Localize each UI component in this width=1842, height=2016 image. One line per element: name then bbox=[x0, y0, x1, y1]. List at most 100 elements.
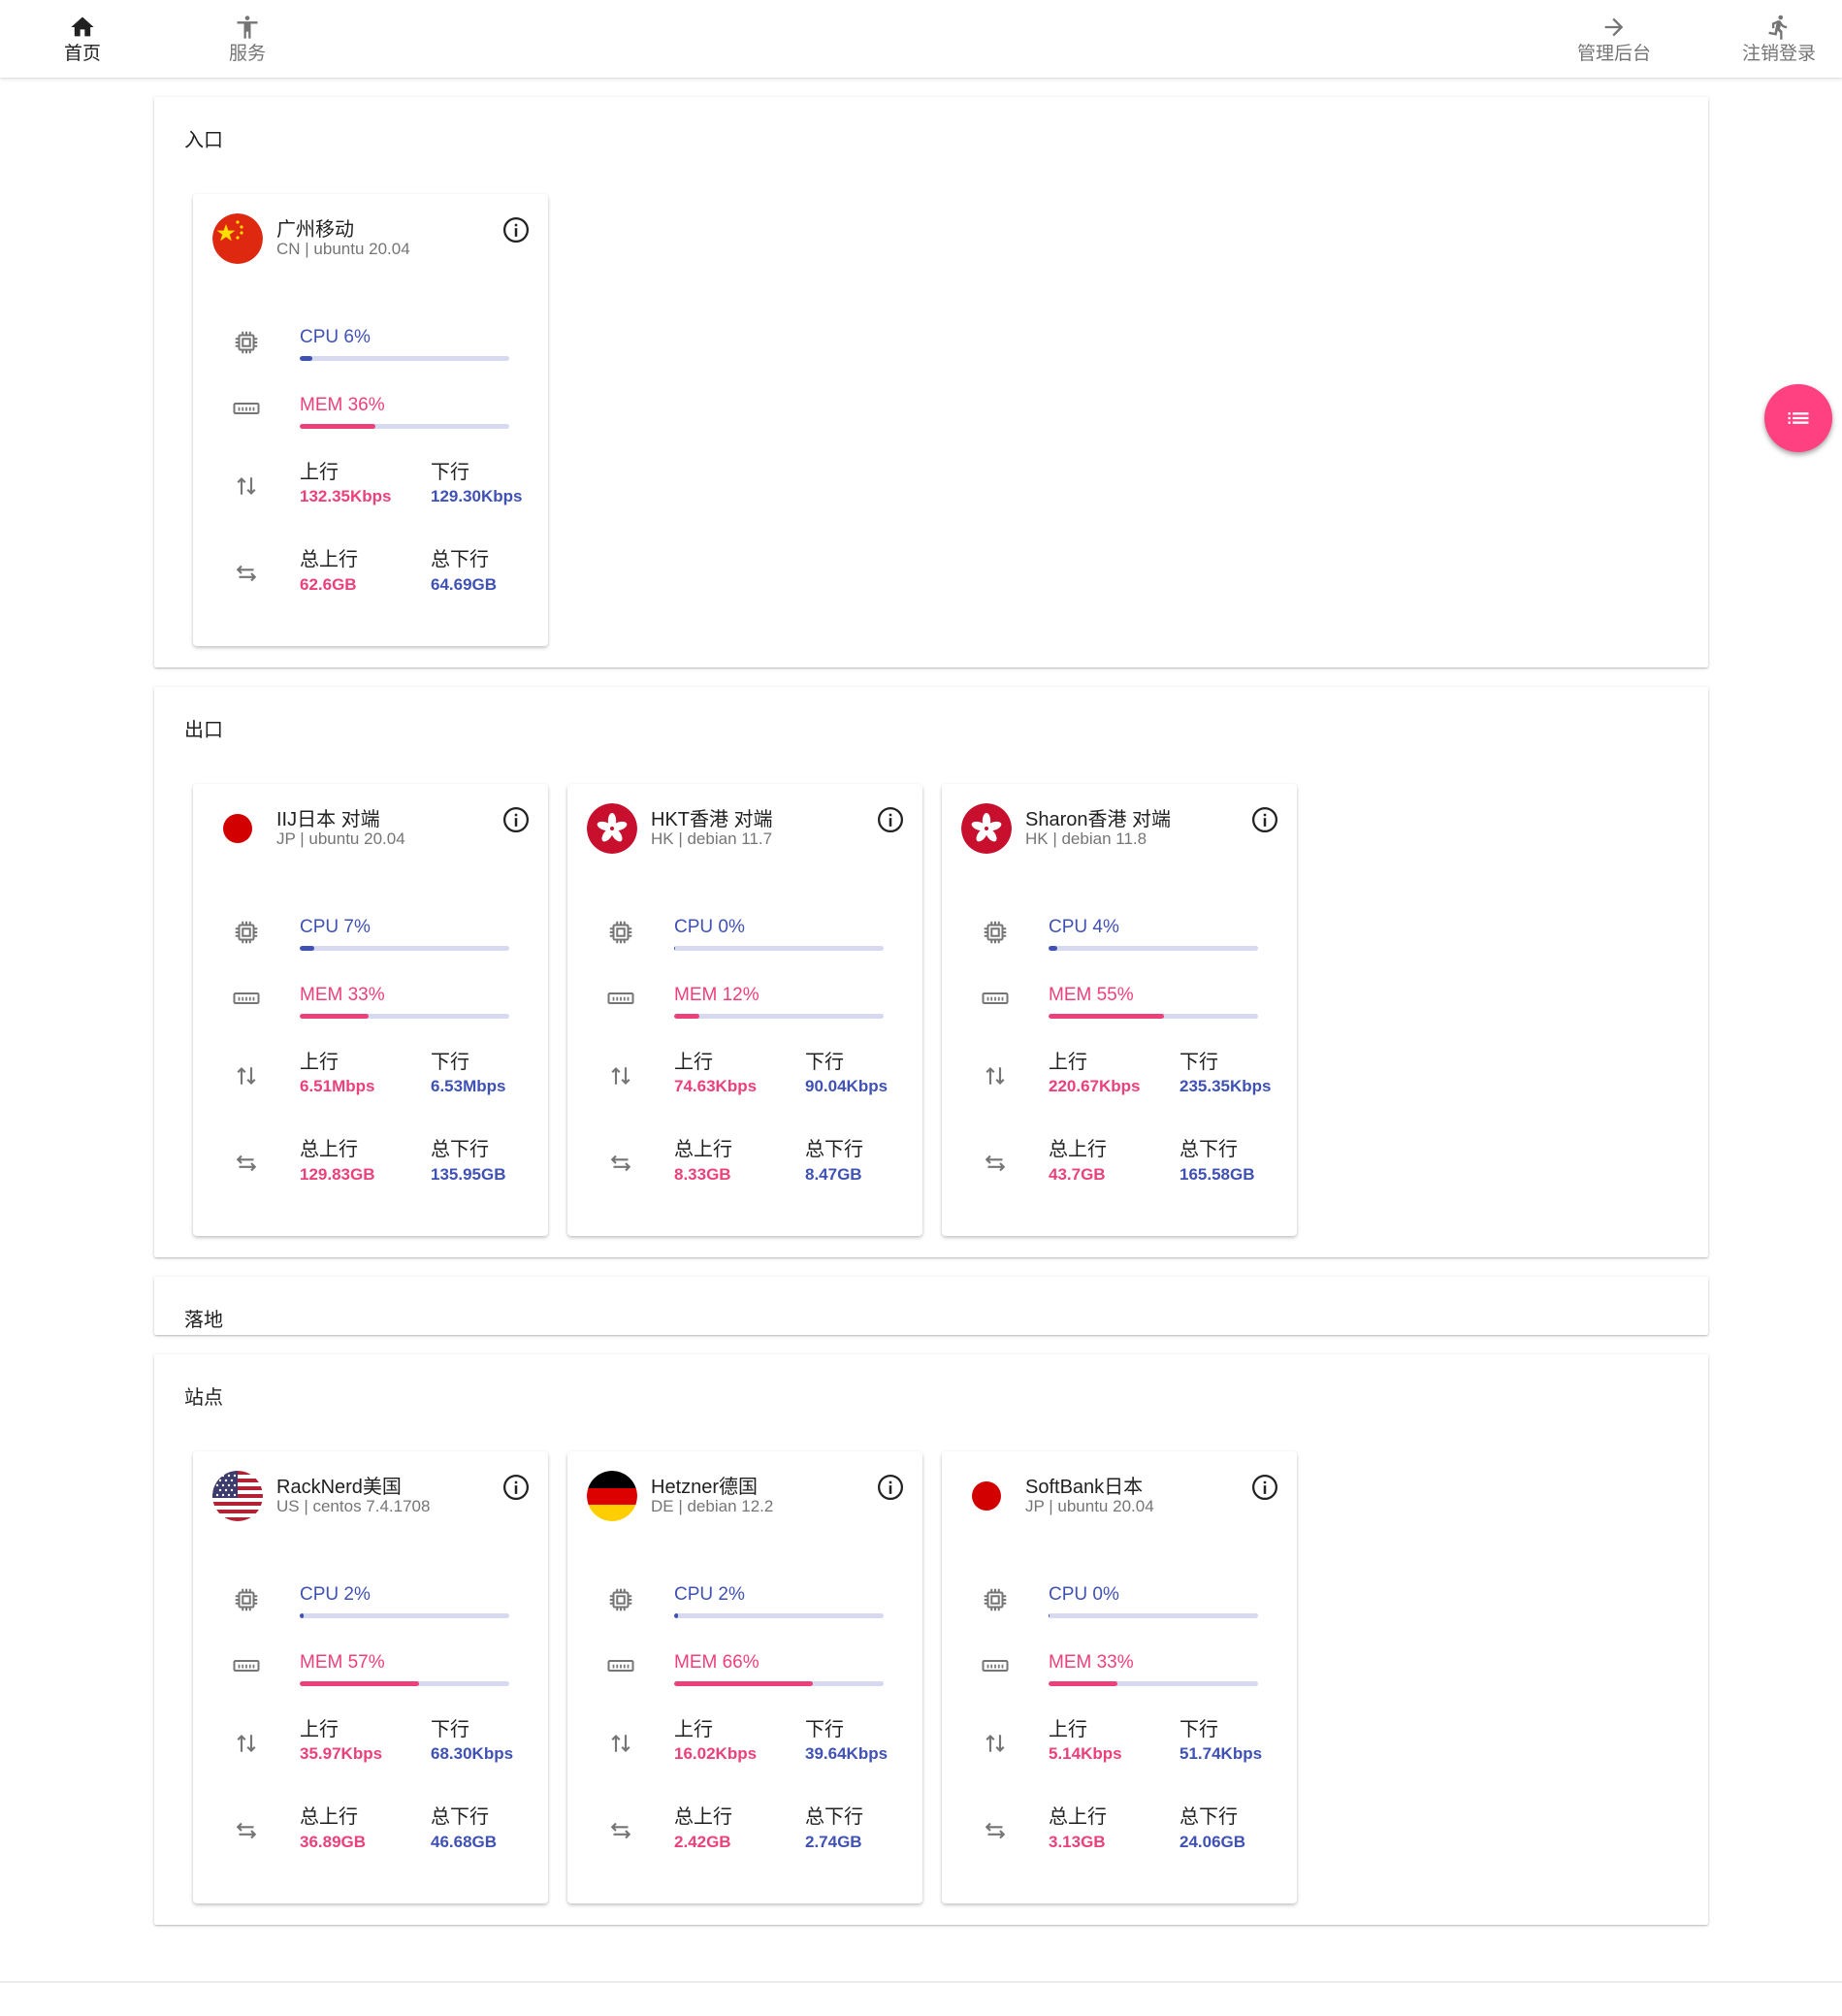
cpu-label: CPU 2% bbox=[300, 1584, 371, 1605]
swap-horizontal-icon bbox=[232, 1149, 261, 1178]
down-label: 下行 bbox=[431, 462, 469, 483]
mem-progress-fill bbox=[674, 1014, 699, 1019]
total-up-label: 总上行 bbox=[1049, 1139, 1107, 1160]
section-title: 站点 bbox=[184, 1387, 223, 1409]
swap-horizontal-icon bbox=[981, 1149, 1010, 1178]
cpu-chip-icon bbox=[232, 1585, 261, 1614]
cpu-progress-fill bbox=[674, 946, 676, 951]
cpu-progress-fill bbox=[1049, 1613, 1050, 1618]
jp-flag-icon bbox=[961, 1471, 1012, 1521]
mem-progress-fill bbox=[1049, 1681, 1118, 1686]
up-speed: 220.67Kbps bbox=[1049, 1077, 1141, 1095]
server-name: Hetzner德国 bbox=[651, 1477, 759, 1498]
server-name: IIJ日本 对端 bbox=[276, 809, 380, 830]
cpu-chip-icon bbox=[981, 1585, 1010, 1614]
section-title: 落地 bbox=[184, 1310, 223, 1331]
info-icon[interactable] bbox=[1250, 805, 1279, 834]
cpu-progress bbox=[674, 1613, 884, 1618]
memory-icon bbox=[606, 1651, 635, 1680]
de-flag-icon bbox=[587, 1471, 637, 1521]
nav-logout[interactable]: 注销登录 bbox=[1721, 14, 1837, 68]
jp-flag-icon bbox=[212, 803, 263, 854]
cpu-progress bbox=[300, 946, 509, 951]
total-down-label: 总下行 bbox=[431, 549, 489, 570]
total-up: 2.42GB bbox=[674, 1833, 731, 1851]
list-icon bbox=[1788, 412, 1809, 424]
memory-icon bbox=[981, 984, 1010, 1013]
cpu-chip-icon bbox=[232, 328, 261, 357]
top-navigation: 首页 服务 管理后台 注销登录 bbox=[0, 0, 1842, 78]
info-icon[interactable] bbox=[876, 805, 905, 834]
section-title: 出口 bbox=[184, 720, 223, 741]
server-os: CN | ubuntu 20.04 bbox=[276, 240, 410, 258]
memory-icon bbox=[981, 1651, 1010, 1680]
server-os: DE | debian 12.2 bbox=[651, 1497, 774, 1515]
swap-vertical-icon bbox=[606, 1061, 635, 1090]
cpu-chip-icon bbox=[232, 918, 261, 947]
info-icon[interactable] bbox=[1250, 1473, 1279, 1502]
run-icon bbox=[1768, 15, 1788, 40]
down-speed: 129.30Kbps bbox=[431, 487, 523, 505]
down-label: 下行 bbox=[805, 1719, 844, 1740]
down-label: 下行 bbox=[1180, 1052, 1218, 1073]
server-card: IIJ日本 对端 JP | ubuntu 20.04 CPU 7% MEM 33… bbox=[193, 784, 548, 1236]
mem-label: MEM 33% bbox=[1049, 1652, 1134, 1673]
up-speed: 132.35Kbps bbox=[300, 487, 392, 505]
swap-horizontal-icon bbox=[232, 559, 261, 588]
server-card: HKT香港 对端 HK | debian 11.7 CPU 0% MEM 12%… bbox=[567, 784, 922, 1236]
mem-progress-fill bbox=[1049, 1014, 1164, 1019]
server-name: RackNerd美国 bbox=[276, 1477, 402, 1498]
total-down-label: 总下行 bbox=[431, 1806, 489, 1828]
mem-progress bbox=[300, 1681, 509, 1686]
nav-home[interactable]: 首页 bbox=[24, 14, 141, 68]
info-icon[interactable] bbox=[876, 1473, 905, 1502]
mem-progress bbox=[674, 1681, 884, 1686]
mem-label: MEM 33% bbox=[300, 985, 385, 1005]
info-icon[interactable] bbox=[501, 1473, 531, 1502]
server-os: JP | ubuntu 20.04 bbox=[276, 829, 405, 848]
mem-label: MEM 36% bbox=[300, 395, 385, 415]
cpu-chip-icon bbox=[981, 918, 1010, 947]
total-down: 165.58GB bbox=[1180, 1165, 1255, 1184]
total-down: 64.69GB bbox=[431, 575, 498, 594]
up-speed: 16.02Kbps bbox=[674, 1744, 758, 1763]
total-down: 8.47GB bbox=[805, 1165, 862, 1184]
cpu-label: CPU 0% bbox=[674, 917, 745, 937]
total-down-label: 总下行 bbox=[805, 1806, 863, 1828]
cpu-chip-icon bbox=[606, 1585, 635, 1614]
up-speed: 35.97Kbps bbox=[300, 1744, 383, 1763]
total-down-label: 总下行 bbox=[1180, 1139, 1238, 1160]
footer-divider bbox=[0, 1981, 1842, 1983]
cpu-progress bbox=[300, 356, 509, 361]
accessibility-icon bbox=[237, 16, 258, 39]
swap-horizontal-icon bbox=[606, 1149, 635, 1178]
total-up-label: 总上行 bbox=[1049, 1806, 1107, 1828]
server-card: Sharon香港 对端 HK | debian 11.8 CPU 4% MEM … bbox=[942, 784, 1297, 1236]
swap-vertical-icon bbox=[606, 1729, 635, 1758]
server-os: US | centos 7.4.1708 bbox=[276, 1497, 431, 1515]
swap-vertical-icon bbox=[981, 1729, 1010, 1758]
up-label: 上行 bbox=[300, 1719, 339, 1740]
server-card: Hetzner德国 DE | debian 12.2 CPU 2% MEM 66… bbox=[567, 1451, 922, 1903]
cpu-label: CPU 2% bbox=[674, 1584, 745, 1605]
memory-icon bbox=[232, 984, 261, 1013]
nav-services[interactable]: 服务 bbox=[189, 14, 306, 68]
up-speed: 5.14Kbps bbox=[1049, 1744, 1122, 1763]
down-speed: 39.64Kbps bbox=[805, 1744, 889, 1763]
memory-icon bbox=[232, 394, 261, 423]
mem-label: MEM 12% bbox=[674, 985, 759, 1005]
section-title: 入口 bbox=[184, 130, 223, 151]
swap-vertical-icon bbox=[232, 1729, 261, 1758]
cpu-chip-icon bbox=[606, 918, 635, 947]
nav-admin[interactable]: 管理后台 bbox=[1556, 14, 1672, 68]
mem-progress-fill bbox=[300, 1014, 370, 1019]
total-up: 43.7GB bbox=[1049, 1165, 1106, 1184]
server-os: HK | debian 11.8 bbox=[1025, 829, 1147, 848]
total-down: 24.06GB bbox=[1180, 1833, 1246, 1851]
info-icon[interactable] bbox=[501, 215, 531, 244]
swap-vertical-icon bbox=[232, 471, 261, 501]
total-down: 2.74GB bbox=[805, 1833, 862, 1851]
info-icon[interactable] bbox=[501, 805, 531, 834]
mem-progress bbox=[300, 1014, 509, 1019]
list-fab-button[interactable] bbox=[1764, 384, 1832, 452]
